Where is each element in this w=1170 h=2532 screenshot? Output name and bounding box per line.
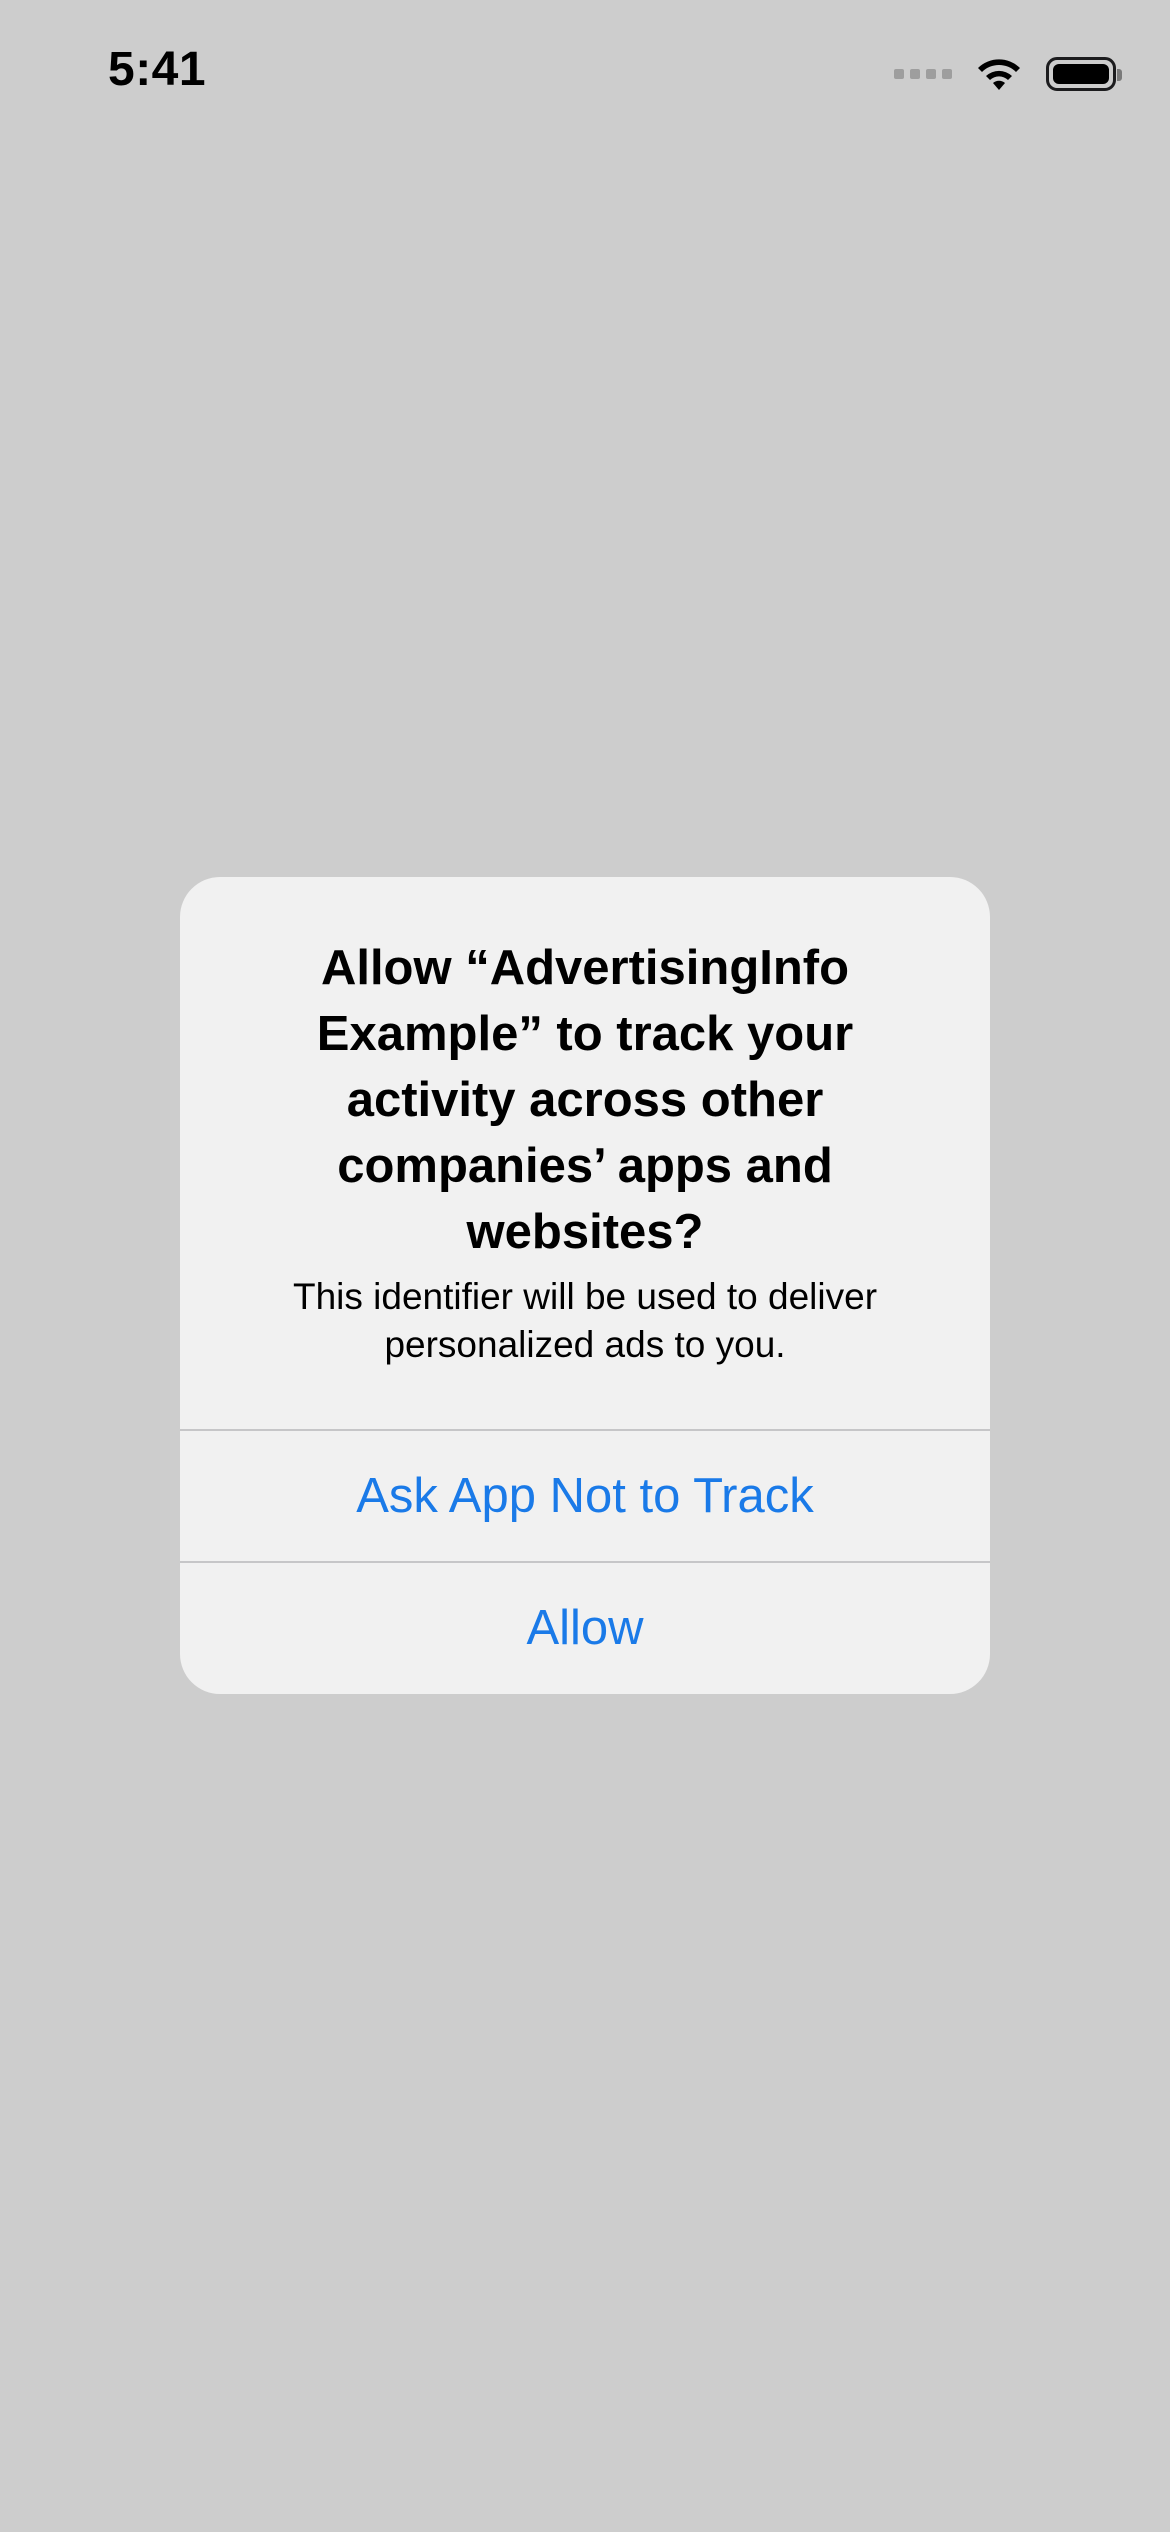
status-time: 5:41 bbox=[108, 43, 207, 96]
signal-bar bbox=[942, 69, 952, 79]
allow-button[interactable]: Allow bbox=[180, 1563, 990, 1693]
signal-bar bbox=[894, 69, 904, 79]
signal-bar bbox=[926, 69, 936, 79]
alert-content: Allow “AdvertisingInfo Example” to track… bbox=[180, 877, 990, 1429]
alert-title: Allow “AdvertisingInfo Example” to track… bbox=[316, 941, 854, 1259]
status-icons bbox=[894, 54, 1122, 94]
battery-cap bbox=[1117, 69, 1122, 81]
status-bar: 5:41 bbox=[0, 0, 1170, 150]
alert-message: This identifier will be used to deliver … bbox=[292, 1276, 878, 1365]
tracking-permission-alert: Allow “AdvertisingInfo Example” to track… bbox=[180, 877, 990, 1694]
signal-bar bbox=[910, 69, 920, 79]
app-screen: 5:41 Allow “AdvertisingInfo Example” to … bbox=[0, 0, 1170, 2532]
ask-app-not-to-track-button[interactable]: Ask App Not to Track bbox=[180, 1431, 990, 1561]
battery-level-fill bbox=[1053, 64, 1109, 84]
cellular-signal-icon bbox=[894, 69, 952, 79]
wifi-icon bbox=[978, 59, 1020, 90]
battery-icon bbox=[1046, 57, 1122, 91]
